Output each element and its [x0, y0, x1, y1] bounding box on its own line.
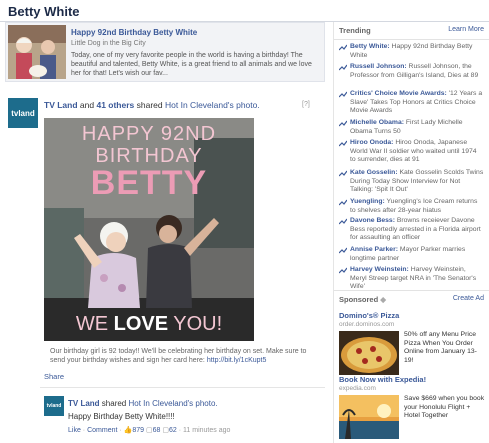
- ad-image[interactable]: [339, 331, 399, 375]
- source-link[interactable]: Hot In Cleveland's photo.: [165, 100, 260, 110]
- actor-link[interactable]: TV Land: [44, 100, 78, 110]
- others-link[interactable]: 41 others: [96, 100, 134, 110]
- sub-post-meta: Like · Comment · 👍879 ▢68 ▢62 · 11 minut…: [68, 427, 231, 434]
- trending-arrow-icon: [339, 44, 347, 51]
- trending-item[interactable]: Betty White: Happy 92nd Birthday Betty W…: [339, 43, 484, 60]
- trending-heading: Trending: [339, 26, 371, 35]
- page-title: Betty White: [8, 4, 80, 19]
- tv-land-avatar-small[interactable]: tvland: [44, 396, 64, 416]
- sub-source-link[interactable]: Hot In Cleveland's photo.: [129, 399, 218, 408]
- and-text: and: [79, 100, 95, 110]
- trending-arrow-icon: [339, 199, 347, 206]
- sub-post-message: Happy Birthday Betty White!!!!: [68, 412, 175, 421]
- post-header: TV Land and 41 others shared Hot In Clev…: [44, 100, 260, 110]
- trending-item[interactable]: Harvey Weinstein: Harvey Weinstein, Mery…: [339, 266, 484, 292]
- post-divider: [40, 387, 325, 388]
- create-ad-link[interactable]: Create Ad: [453, 295, 484, 302]
- trending-item[interactable]: Russell Johnson: Russell Johnson, the Pr…: [339, 63, 484, 80]
- trending-arrow-icon: [339, 247, 347, 254]
- ad-image[interactable]: [339, 395, 399, 439]
- preview-thumbnail[interactable]: [8, 25, 66, 79]
- trending-arrow-icon: [339, 170, 347, 177]
- sponsored-divider: [334, 290, 489, 291]
- trending-item[interactable]: Davone Bess: Browns receiever Davone Bes…: [339, 217, 484, 243]
- post-caption: Our birthday girl is 92 today!! We'll be…: [50, 348, 307, 364]
- trending-arrow-icon: [339, 91, 347, 98]
- comment-icon: ▢: [146, 427, 153, 434]
- photo-love-line: WE LOVE YOU!: [76, 313, 222, 335]
- preview-text: Today, one of my very favorite people in…: [71, 52, 312, 77]
- share-count[interactable]: 62: [169, 427, 177, 434]
- like-count[interactable]: 879: [132, 427, 144, 434]
- trending-item[interactable]: Annise Parker: Mayor Parker marries long…: [339, 246, 484, 263]
- timestamp[interactable]: 11 minutes ago: [183, 427, 230, 434]
- trending-item[interactable]: Yuengling: Yuengling's Ice Cream returns…: [339, 198, 484, 215]
- trending-arrow-icon: [339, 120, 347, 127]
- tv-land-avatar[interactable]: tvland: [8, 98, 38, 128]
- trending-item[interactable]: Kate Gosselin: Kate Gosselin Scolds Twin…: [339, 169, 484, 195]
- trending-divider: [334, 39, 489, 40]
- trending-item[interactable]: Michelle Obama: First Lady Michelle Obam…: [339, 119, 484, 136]
- learn-more-link[interactable]: Learn More: [448, 26, 484, 33]
- link-preview-card[interactable]: Happy 92nd Birthday Betty White Little D…: [5, 22, 325, 82]
- like-button[interactable]: Like: [68, 427, 81, 434]
- ad-title[interactable]: Domino's® Pizza: [339, 311, 399, 320]
- photo-line3: BETTY: [91, 164, 207, 202]
- shared-text: shared: [136, 100, 163, 110]
- share-link[interactable]: Share: [44, 372, 64, 381]
- trending-arrow-icon: [339, 267, 347, 274]
- photo-line1: HAPPY 92ND: [82, 123, 216, 145]
- trending-arrow-icon: [339, 218, 347, 225]
- sub-post-header: TV Land shared Hot In Cleveland's photo.: [68, 399, 218, 408]
- ad-domain: order.dominos.com: [339, 321, 395, 328]
- ad-text: 50% off any Menu Price Pizza When You Or…: [404, 331, 477, 364]
- comment-count[interactable]: 68: [153, 427, 161, 434]
- ad-info-icon[interactable]: ◆: [380, 295, 386, 304]
- trending-item[interactable]: Hiroo Onoda: Hiroo Onoda, Japanese World…: [339, 139, 484, 165]
- preview-subtitle: Little Dog in the Big City: [71, 40, 146, 47]
- ad-text: Save $669 when you book your Honolulu Fl…: [404, 395, 485, 419]
- preview-title[interactable]: Happy 92nd Birthday Betty White: [71, 28, 197, 37]
- help-icon[interactable]: [?]: [302, 101, 310, 108]
- ad-title[interactable]: Book Now with Expedia!: [339, 375, 426, 384]
- sub-actor-link[interactable]: TV Land: [68, 399, 100, 408]
- trending-arrow-icon: [339, 64, 347, 71]
- sponsored-heading: Sponsored ◆: [339, 295, 387, 304]
- ad-domain: expedia.com: [339, 385, 376, 392]
- trending-item[interactable]: Critics' Choice Movie Awards: '12 Years …: [339, 90, 484, 116]
- caption-link[interactable]: http://bit.ly/1cKupt5: [207, 357, 267, 364]
- comment-button[interactable]: Comment: [87, 427, 117, 434]
- right-sidebar: Trending Learn More Betty White: Happy 9…: [333, 22, 489, 443]
- post-photo[interactable]: HAPPY 92ND BIRTHDAY BETTY WE LOVE YOU!: [44, 118, 254, 341]
- trending-arrow-icon: [339, 140, 347, 147]
